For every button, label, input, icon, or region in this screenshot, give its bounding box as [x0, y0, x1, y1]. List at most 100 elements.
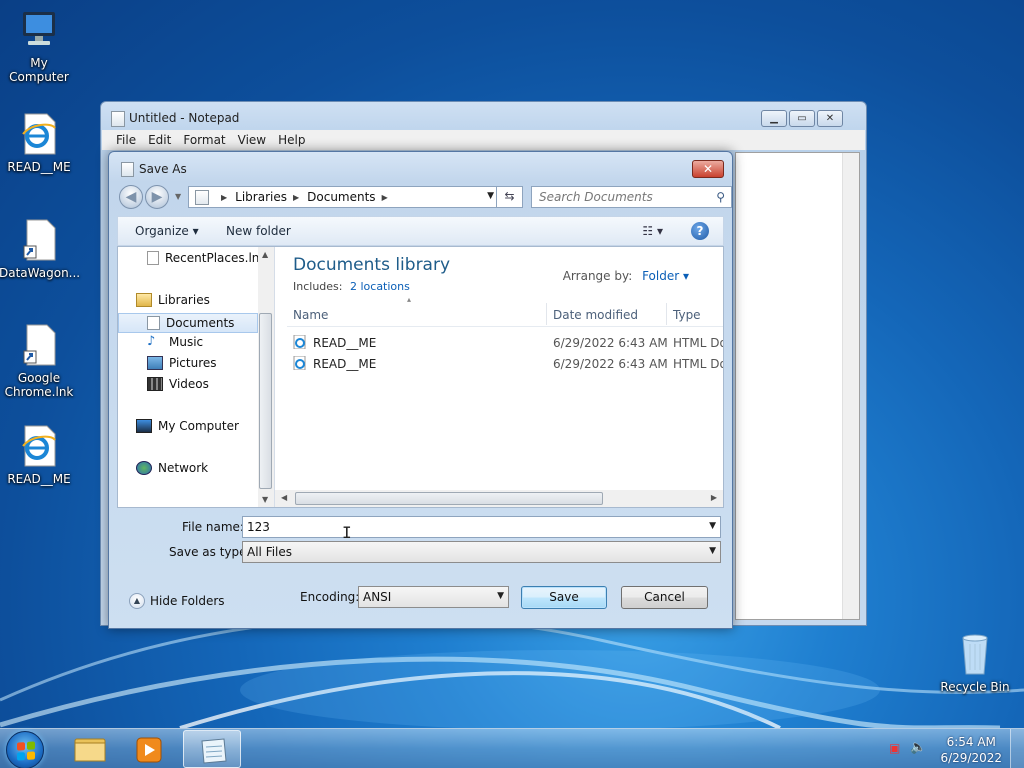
address-bar[interactable]: ▶ Libraries ▶ Documents ▶ ▼ ⇆	[188, 186, 523, 208]
desktop-icon-my-computer[interactable]: My Computer	[0, 8, 79, 84]
new-folder-button[interactable]: New folder	[226, 224, 291, 238]
chevron-right-icon[interactable]: ▶	[382, 193, 388, 202]
taskbar: ▣ 🔈 6:54 AM 6/29/2022	[0, 728, 1024, 768]
view-options-icon[interactable]: ☷ ▾	[642, 224, 663, 238]
refresh-icon[interactable]: ⇆	[496, 186, 522, 208]
nav-item-recent-places[interactable]: RecentPlaces.lnk	[147, 251, 266, 265]
taskbar-media-player[interactable]	[121, 730, 179, 768]
desktop-icon-read-me-2[interactable]: READ__ME	[0, 424, 79, 486]
organize-button[interactable]: Organize ▾	[135, 224, 199, 238]
minimize-button[interactable]: ▁	[761, 110, 787, 127]
file-date: 6/29/2022 6:43 AM	[553, 336, 668, 350]
scroll-right-arrow[interactable]: ▶	[711, 493, 717, 502]
forward-button[interactable]: ▶	[145, 185, 169, 209]
chevron-down-icon[interactable]: ▼	[709, 546, 716, 556]
network-status-icon[interactable]: ▣	[889, 741, 900, 755]
windows-logo-icon	[17, 741, 35, 761]
desktop-icon-recycle-bin[interactable]: Recycle Bin	[935, 632, 1015, 694]
start-button[interactable]	[6, 731, 44, 768]
scroll-thumb[interactable]	[259, 313, 272, 489]
maximize-button[interactable]: ▭	[789, 110, 815, 127]
breadcrumb-libraries[interactable]: Libraries	[235, 190, 287, 204]
save-as-type-select[interactable]: All Files ▼	[242, 541, 721, 563]
menu-view[interactable]: View	[234, 130, 274, 150]
computer-icon	[136, 419, 152, 433]
nav-item-pictures[interactable]: Pictures	[147, 356, 217, 370]
column-date-modified[interactable]: Date modified	[553, 308, 638, 322]
cancel-button[interactable]: Cancel	[621, 586, 708, 609]
chevron-right-icon[interactable]: ▶	[221, 193, 227, 202]
search-input[interactable]: Search Documents ⚲	[531, 186, 732, 208]
arrange-label: Arrange by:	[562, 269, 633, 283]
menu-help[interactable]: Help	[274, 130, 313, 150]
nav-item-my-computer[interactable]: My Computer	[136, 419, 239, 433]
file-type: HTML Do	[673, 357, 723, 371]
encoding-label: Encoding:	[300, 590, 360, 604]
menu-file[interactable]: File	[112, 130, 144, 150]
arrange-dropdown[interactable]: Folder ▾	[642, 269, 689, 283]
nav-label: Videos	[169, 377, 209, 391]
scroll-thumb[interactable]	[295, 492, 603, 505]
show-desktop-button[interactable]	[1010, 729, 1024, 768]
vertical-scrollbar[interactable]	[842, 153, 859, 619]
column-name[interactable]: Name	[293, 308, 328, 322]
locations-link[interactable]: 2 locations	[350, 280, 410, 293]
chevron-down-icon[interactable]: ▼	[709, 521, 716, 531]
desktop-icon-google-chrome[interactable]: Google Chrome.lnk	[0, 323, 79, 399]
folder-icon	[74, 738, 106, 762]
hide-folders-button[interactable]: ▲ Hide Folders	[129, 593, 225, 609]
menu-format[interactable]: Format	[179, 130, 233, 150]
scroll-left-arrow[interactable]: ◀	[281, 493, 287, 502]
search-icon[interactable]: ⚲	[716, 190, 725, 204]
desktop-icon-read-me-1[interactable]: READ__ME	[0, 112, 79, 174]
menu-edit[interactable]: Edit	[144, 130, 179, 150]
close-button[interactable]: ✕	[692, 160, 724, 178]
scroll-down-arrow[interactable]: ▼	[262, 495, 268, 504]
nav-item-libraries[interactable]: Libraries	[136, 293, 210, 307]
file-name-input[interactable]: 123 ▼	[242, 516, 721, 538]
volume-icon[interactable]: 🔈	[910, 740, 926, 755]
breadcrumb-documents[interactable]: Documents	[307, 190, 375, 204]
scroll-up-arrow[interactable]: ▲	[262, 250, 268, 259]
column-separator[interactable]	[666, 303, 667, 325]
nav-item-music[interactable]: ♪ Music	[147, 335, 203, 350]
nav-item-network[interactable]: Network	[136, 461, 208, 475]
save-as-dialog[interactable]: Save As ✕ ◀ ▶ ▼ ▶ Libraries ▶ Documents …	[108, 151, 733, 629]
file-row[interactable]: READ__ME 6/29/2022 6:43 AM HTML Do	[287, 333, 723, 353]
nav-label: Documents	[166, 316, 235, 330]
command-toolbar: Organize ▾ New folder ☷ ▾ ?	[117, 216, 724, 246]
clock[interactable]: 6:54 AM 6/29/2022	[940, 734, 1002, 766]
column-separator[interactable]	[546, 303, 547, 325]
file-date: 6/29/2022 6:43 AM	[553, 357, 668, 371]
desktop-icon-label: My Computer	[9, 56, 69, 84]
taskbar-explorer[interactable]	[61, 730, 119, 768]
nav-item-videos[interactable]: Videos	[147, 377, 209, 391]
vertical-scrollbar[interactable]: ▲ ▼	[258, 247, 274, 507]
desktop-icon-label: Recycle Bin	[940, 680, 1010, 694]
desktop-icon-datawagon[interactable]: DataWagon...	[0, 218, 80, 280]
horizontal-scrollbar[interactable]: ◀ ▶	[275, 490, 723, 507]
help-icon[interactable]: ?	[691, 222, 709, 240]
address-dropdown-arrow[interactable]: ▼	[487, 191, 494, 201]
recent-pages-dropdown[interactable]: ▼	[175, 192, 181, 201]
close-button[interactable]: ✕	[817, 110, 843, 127]
column-type[interactable]: Type	[673, 308, 701, 322]
chevron-right-icon[interactable]: ▶	[293, 193, 299, 202]
file-row[interactable]: READ__ME 6/29/2022 6:43 AM HTML Do	[287, 354, 723, 374]
save-button[interactable]: Save	[521, 586, 607, 609]
nav-label: Network	[158, 461, 209, 475]
notepad-icon	[111, 111, 125, 127]
nav-label: Libraries	[158, 293, 210, 307]
file-name: READ__ME	[313, 336, 377, 350]
nav-item-documents[interactable]: Documents	[118, 313, 258, 333]
library-includes: Includes: 2 locations	[293, 280, 410, 293]
text-editor-area[interactable]	[735, 152, 860, 620]
back-button[interactable]: ◀	[119, 185, 143, 209]
file-name-label: File name:	[182, 520, 244, 534]
notepad-icon	[201, 738, 227, 764]
taskbar-notepad[interactable]	[183, 730, 241, 768]
file-name-value: 123	[247, 520, 270, 534]
chevron-down-icon[interactable]: ▼	[497, 591, 504, 601]
encoding-select[interactable]: ANSI ▼	[358, 586, 509, 608]
chevron-up-icon: ▲	[129, 593, 145, 609]
